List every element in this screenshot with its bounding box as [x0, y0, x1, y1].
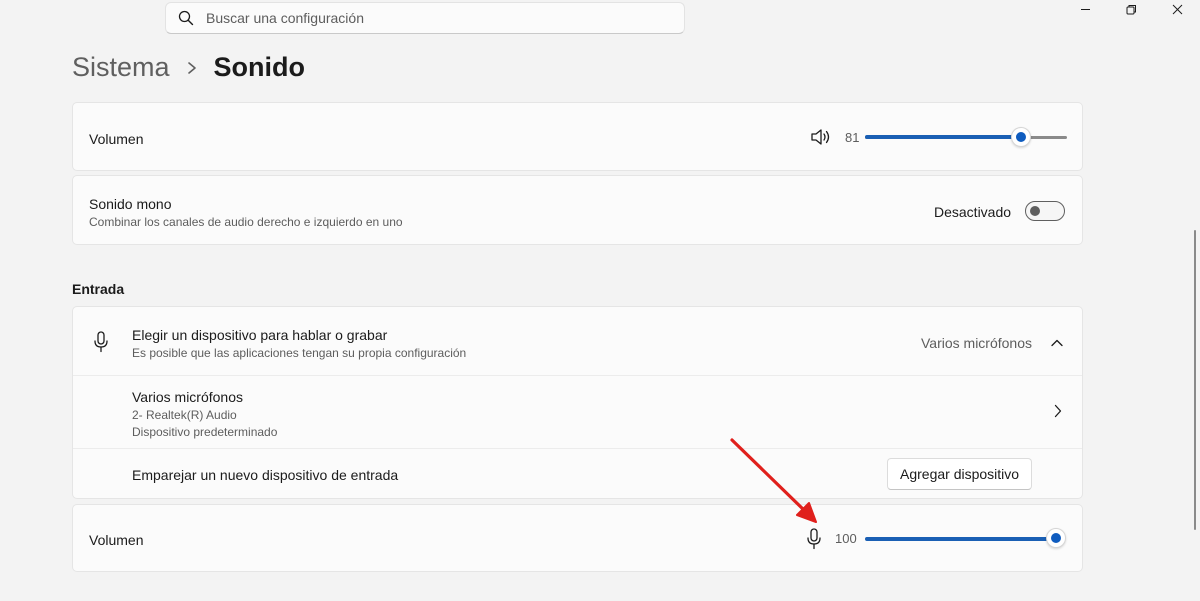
- choose-device-subtitle: Es posible que las aplicaciones tengan s…: [132, 346, 467, 360]
- search-box[interactable]: [165, 2, 685, 34]
- mono-state-label: Desactivado: [934, 204, 1012, 220]
- search-icon: [178, 10, 194, 26]
- pair-device-row: Emparejar un nuevo dispositivo de entrad…: [73, 449, 1082, 500]
- breadcrumb-parent[interactable]: Sistema: [72, 52, 170, 83]
- mono-audio-card: Sonido mono Combinar los canales de audi…: [72, 175, 1083, 245]
- pair-device-label: Emparejar un nuevo dispositivo de entrad…: [132, 467, 399, 483]
- page-title: Sonido: [213, 52, 306, 82]
- mono-toggle[interactable]: [1025, 201, 1065, 221]
- search-input[interactable]: [206, 10, 666, 26]
- device-default-label: Dispositivo predeterminado: [132, 425, 278, 439]
- scrollbar[interactable]: [1194, 230, 1196, 530]
- close-icon: [1172, 4, 1182, 14]
- restore-button[interactable]: [1108, 0, 1154, 18]
- device-driver: 2- Realtek(R) Audio: [132, 408, 237, 422]
- input-volume-thumb[interactable]: [1046, 528, 1066, 548]
- input-device-card: Elegir un dispositivo para hablar o grab…: [72, 306, 1083, 499]
- output-volume-label: Volumen: [89, 131, 144, 147]
- microphone-icon[interactable]: [806, 528, 822, 550]
- input-volume-label: Volumen: [89, 532, 144, 548]
- input-volume-value: 100: [835, 531, 857, 546]
- input-volume-card: Volumen 100: [72, 504, 1083, 572]
- breadcrumb: Sistema Sonido: [72, 52, 305, 83]
- choose-device-title: Elegir un dispositivo para hablar o grab…: [132, 327, 388, 343]
- add-device-button[interactable]: Agregar dispositivo: [887, 458, 1033, 490]
- restore-icon: [1126, 4, 1136, 14]
- chevron-up-icon[interactable]: [1051, 335, 1063, 347]
- window-controls: [1062, 0, 1200, 18]
- microphone-icon: [93, 331, 109, 353]
- input-section-title: Entrada: [72, 281, 125, 297]
- device-name: Varios micrófonos: [132, 389, 244, 405]
- output-volume-value: 81: [845, 130, 860, 145]
- minimize-button[interactable]: [1062, 0, 1108, 18]
- choose-input-device-row[interactable]: Elegir un dispositivo para hablar o grab…: [73, 307, 1082, 376]
- chevron-right-icon[interactable]: [1054, 404, 1062, 418]
- selected-device-label: Varios micrófonos: [921, 335, 1033, 351]
- output-volume-card: Volumen 81: [72, 102, 1083, 171]
- chevron-right-icon: [186, 61, 198, 75]
- minimize-icon: [1080, 8, 1090, 10]
- input-device-item[interactable]: Varios micrófonos 2- Realtek(R) Audio Di…: [73, 376, 1082, 448]
- mono-title: Sonido mono: [89, 196, 172, 212]
- input-volume-fill[interactable]: [865, 537, 1057, 541]
- mono-subtitle: Combinar los canales de audio derecho e …: [89, 215, 403, 229]
- output-volume-fill: [865, 135, 1021, 139]
- speaker-icon[interactable]: [810, 128, 832, 146]
- close-button[interactable]: [1154, 0, 1200, 18]
- output-volume-thumb[interactable]: [1011, 127, 1031, 147]
- settings-window: Sistema Sonido Volumen 81 Sonido mono Co…: [0, 0, 1200, 601]
